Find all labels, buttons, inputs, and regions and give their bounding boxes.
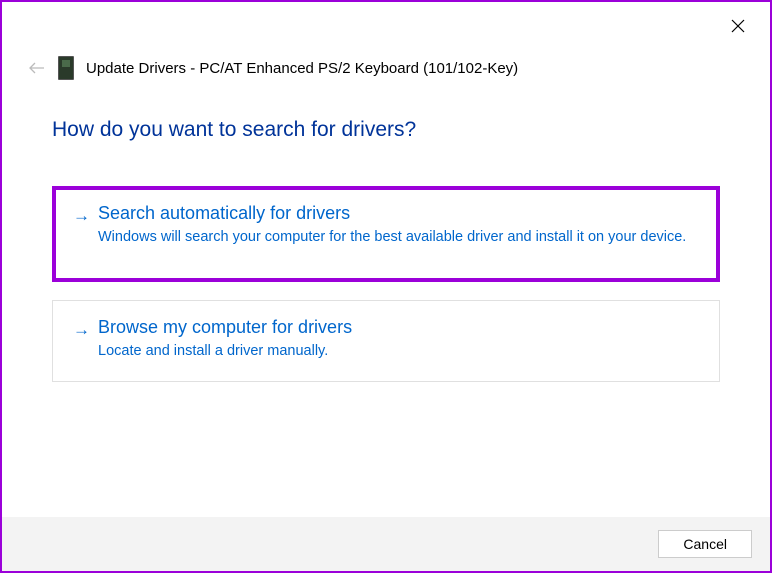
question-heading: How do you want to search for drivers? <box>52 118 720 142</box>
option-description: Locate and install a driver manually. <box>98 342 699 362</box>
option-browse-computer[interactable]: → Browse my computer for drivers Locate … <box>52 300 720 383</box>
arrow-right-icon: → <box>73 203 90 229</box>
dialog-footer: Cancel <box>2 517 770 571</box>
close-icon <box>731 19 745 33</box>
back-arrow-icon <box>29 62 45 74</box>
dialog-content: How do you want to search for drivers? →… <box>2 80 770 382</box>
dialog-title: Update Drivers - PC/AT Enhanced PS/2 Key… <box>86 60 518 77</box>
close-button[interactable] <box>728 16 748 36</box>
option-title: Browse my computer for drivers <box>98 317 699 338</box>
dialog-header: Update Drivers - PC/AT Enhanced PS/2 Key… <box>2 2 770 80</box>
arrow-right-icon: → <box>73 317 90 343</box>
device-icon <box>58 56 74 80</box>
option-description: Windows will search your computer for th… <box>98 228 699 248</box>
option-title: Search automatically for drivers <box>98 203 699 224</box>
option-search-automatically[interactable]: → Search automatically for drivers Windo… <box>52 186 720 282</box>
cancel-button[interactable]: Cancel <box>658 530 752 558</box>
back-button[interactable] <box>28 59 46 77</box>
